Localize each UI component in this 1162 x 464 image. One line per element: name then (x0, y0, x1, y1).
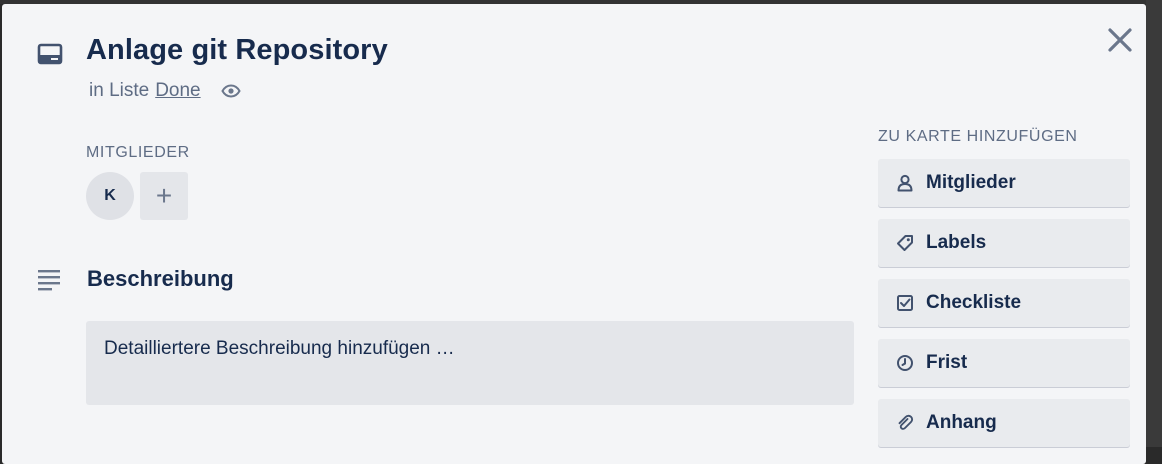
due-date-button-label: Frist (926, 352, 968, 373)
members-button-label: Mitglieder (926, 172, 1016, 193)
person-icon (896, 174, 914, 192)
card-detail-modal: Anlage git Repository in Liste Done MITG… (2, 4, 1146, 464)
checklist-button-label: Checkliste (926, 292, 1022, 313)
due-date-button[interactable]: Frist (878, 339, 1130, 387)
list-prefix: in Liste (89, 80, 150, 101)
paperclip-icon (896, 414, 914, 432)
members-label: MITGLIEDER (86, 144, 190, 161)
avatar[interactable]: K (86, 172, 134, 220)
description-placeholder: Detailliertere Beschreibung hinzufügen … (104, 338, 455, 359)
card-icon (37, 43, 63, 65)
description-heading: Beschreibung (87, 266, 234, 291)
clock-icon (896, 354, 914, 372)
checklist-button[interactable]: Checkliste (878, 279, 1130, 327)
close-icon (1108, 28, 1132, 52)
card-list-info: in Liste Done (89, 80, 241, 102)
attachment-button-label: Anhang (926, 412, 997, 433)
backdrop-edge (1146, 0, 1162, 447)
labels-button[interactable]: Labels (878, 219, 1130, 267)
add-member-button[interactable]: + (140, 172, 188, 220)
list-link[interactable]: Done (155, 80, 200, 102)
members-button[interactable]: Mitglieder (878, 159, 1130, 207)
add-to-card-label: ZU KARTE HINZUFÜGEN (878, 128, 1078, 145)
labels-button-label: Labels (926, 232, 987, 253)
card-title[interactable]: Anlage git Repository (86, 34, 388, 67)
tag-icon (896, 234, 914, 252)
eye-icon (220, 84, 241, 98)
checkbox-icon (896, 294, 914, 312)
description-editor[interactable]: Detailliertere Beschreibung hinzufügen … (86, 321, 854, 405)
close-button[interactable] (1102, 22, 1138, 58)
description-icon (38, 270, 60, 291)
attachment-button[interactable]: Anhang (878, 399, 1130, 447)
